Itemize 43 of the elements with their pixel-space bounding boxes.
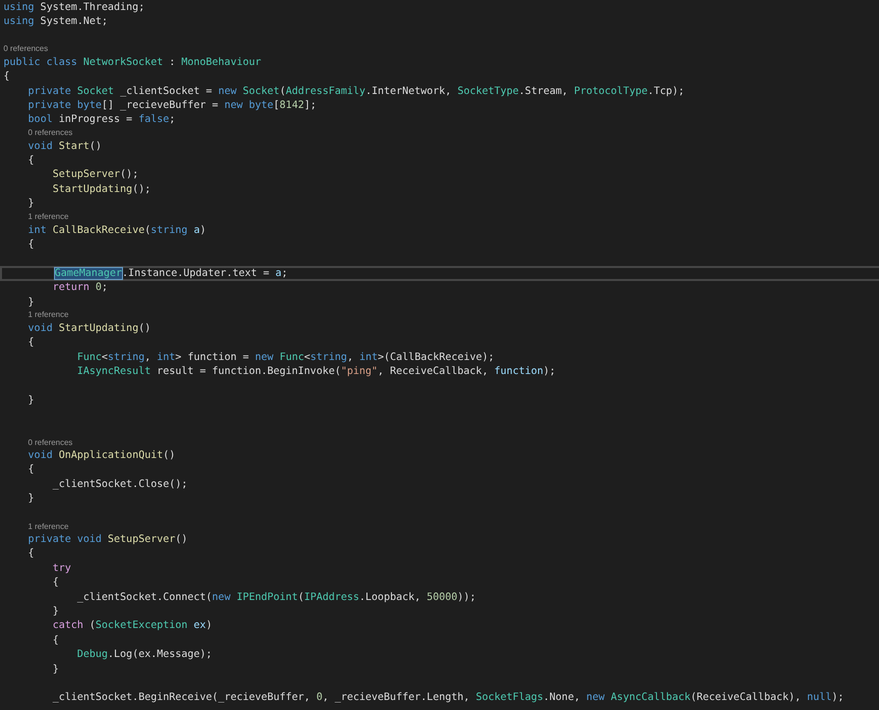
code-line: void StartUpdating()	[28, 322, 151, 336]
code-line: StartUpdating();	[52, 182, 151, 197]
code-line: {	[28, 336, 34, 350]
code-line: catch (SocketException ex)	[52, 619, 212, 634]
code-line: }	[28, 492, 34, 506]
code-line: using System.Net;	[4, 14, 108, 29]
code-line: void Start()	[28, 140, 102, 154]
references-link[interactable]: 0 references	[4, 43, 48, 56]
references-link[interactable]: 0 references	[28, 127, 73, 140]
code-line: {	[28, 154, 34, 168]
code-line: }	[28, 197, 34, 212]
code-line: SetupServer();	[52, 168, 138, 182]
code-line: Func<string, int> function = new Func<string, int>(CallBackReceive);	[77, 350, 494, 365]
code-line: private byte[] _recieveBuffer = new byte[8142];	[28, 98, 316, 113]
code-line: IAsyncResult result = function.BeginInvoke("ping", ReceiveCallback, function);	[77, 365, 556, 380]
references-link[interactable]: 1 reference	[28, 520, 69, 532]
code-line: {	[28, 238, 34, 252]
code-line: using System.Threading;	[4, 0, 145, 15]
code-line: {	[4, 70, 10, 84]
references-link[interactable]: 1 reference	[28, 309, 69, 322]
code-line: private Socket _clientSocket = new Socket(AddressFamily.InterNetwork, SocketType.Stream, ProtocolType.Tcp);	[28, 84, 684, 98]
code-line: }	[52, 662, 59, 677]
code-line: GameManager.Instance.Updater.text = a;	[54, 266, 288, 281]
code-line: public class NetworkSocket : MonoBehaviour	[4, 56, 262, 70]
code-line: int CallBackReceive(string a)	[28, 224, 206, 238]
code-line: }	[28, 394, 34, 408]
code-line: {	[28, 463, 34, 478]
code-line: Debug.Log(ex.Message);	[77, 648, 212, 662]
code-line: {	[52, 576, 59, 590]
code-line: }	[52, 605, 59, 619]
code-line: bool inProgress = false;	[28, 113, 176, 128]
code-line: _clientSocket.Close();	[52, 478, 188, 492]
references-link[interactable]: 0 references	[28, 436, 73, 449]
code-line: }	[28, 296, 34, 310]
code-line: _clientSocket.BeginReceive(_recieveBuffer, 0, _recieveBuffer.Length, SocketFlags.None, new AsyncCallback(ReceiveCallback), null);	[52, 691, 844, 706]
code-line: return 0;	[52, 281, 108, 296]
references-link[interactable]: 1 reference	[28, 211, 69, 224]
code-line: private void SetupServer()	[28, 533, 188, 548]
code-line: _clientSocket.Connect(new IPEndPoint(IPAddress.Loopback, 50000));	[77, 590, 476, 605]
code-line: {	[52, 634, 59, 648]
code-line: try	[52, 562, 71, 576]
code-line: void OnApplicationQuit()	[28, 449, 176, 464]
code-line: {	[28, 547, 34, 562]
